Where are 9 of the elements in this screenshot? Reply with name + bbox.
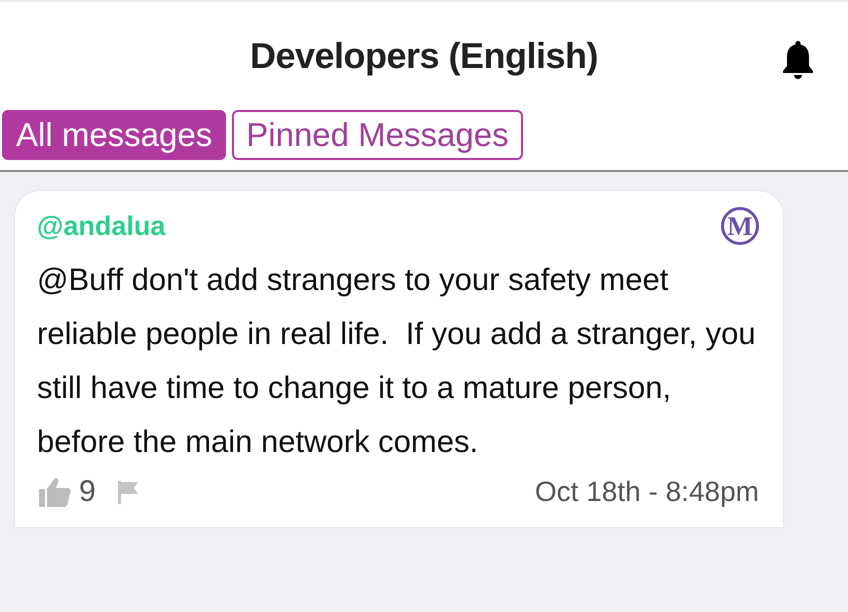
tab[interactable]: All messages bbox=[2, 110, 226, 160]
message-time: Oct 18th - 8:48pm bbox=[534, 476, 759, 508]
flag-icon[interactable] bbox=[116, 480, 140, 504]
thumbs-up-icon[interactable] bbox=[37, 477, 73, 507]
moderator-badge: M bbox=[721, 207, 759, 245]
like-count: 9 bbox=[79, 475, 96, 509]
channel-title: Developers (English) bbox=[250, 35, 598, 77]
message-text: @Buff don't add strangers to your safety meet reliable people in real life. If you add a stranger, you still have time to change it to a mature person, before the main network comes. bbox=[37, 261, 757, 461]
tab[interactable]: Pinned Messages bbox=[232, 110, 523, 160]
